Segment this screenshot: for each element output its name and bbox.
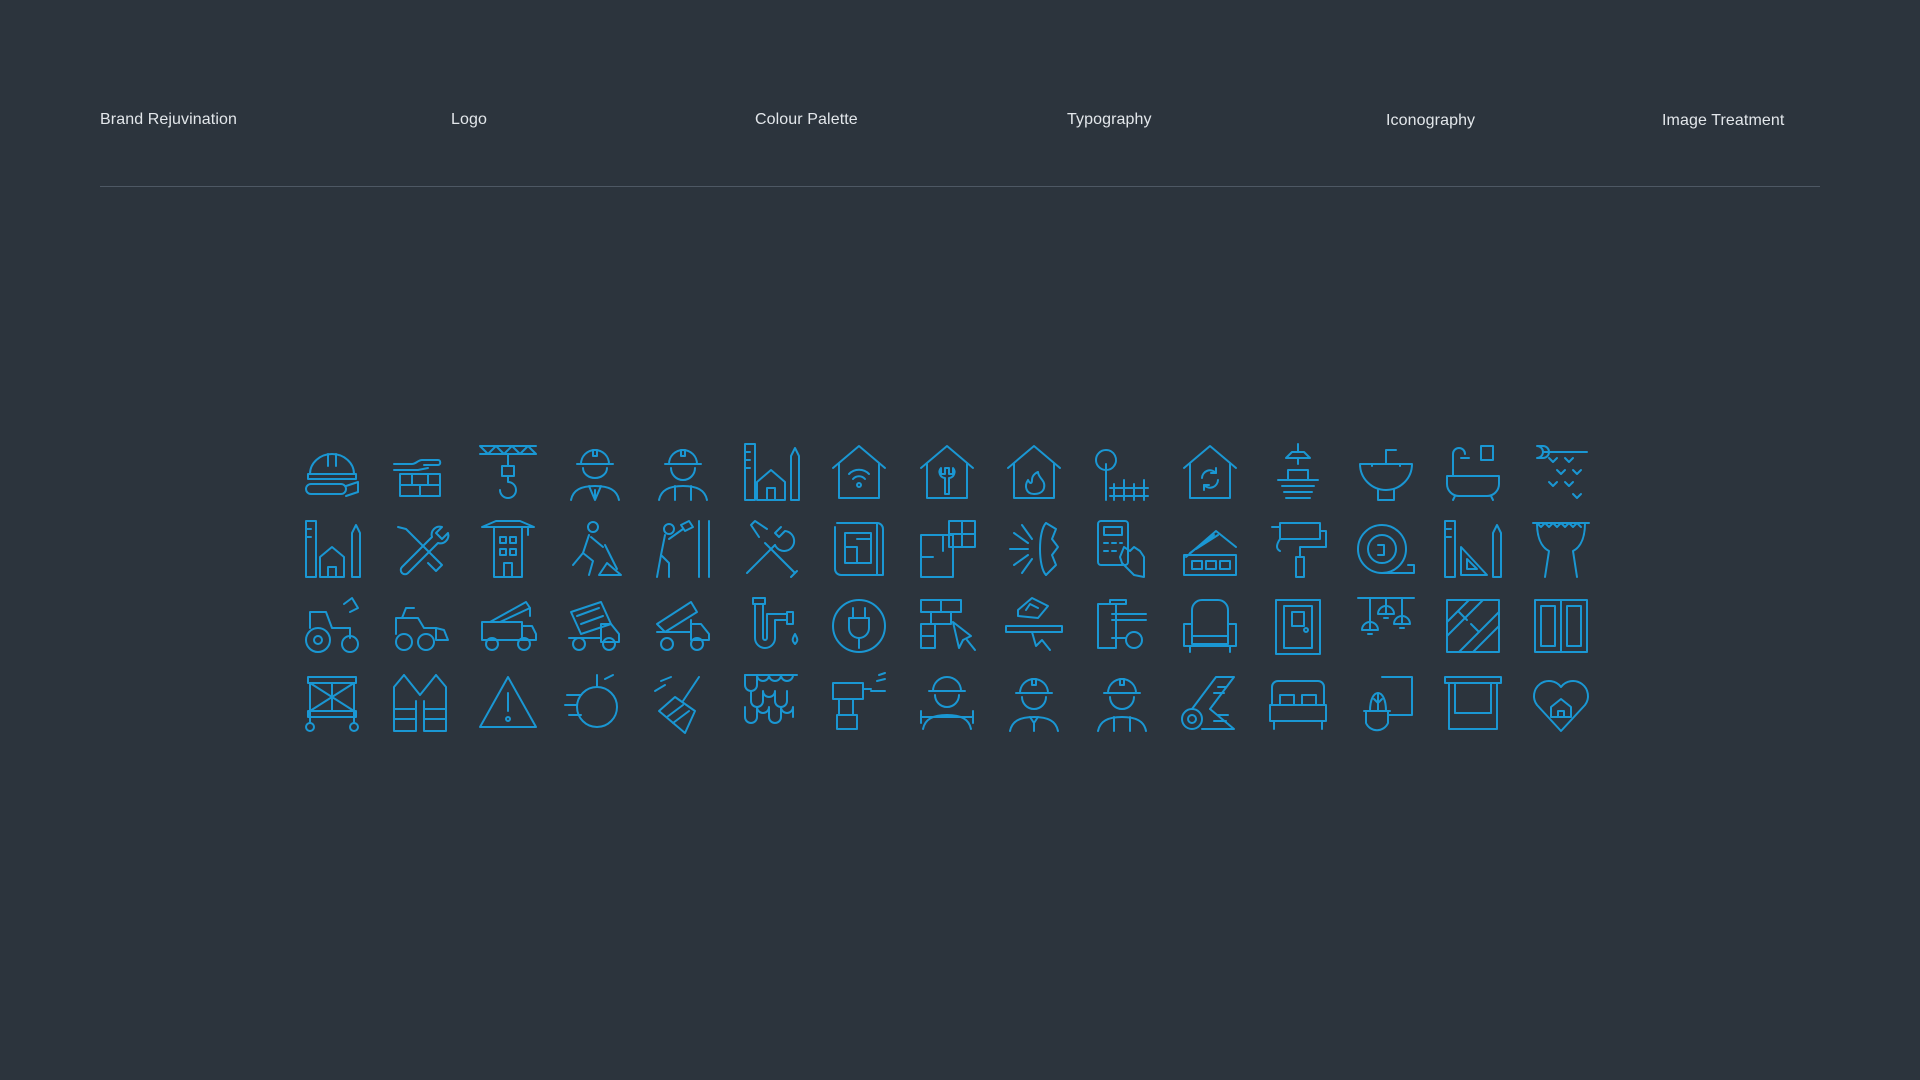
icon-set-grid <box>300 440 1610 760</box>
painter-wall-icon <box>651 517 715 581</box>
cement-mixer-icon <box>563 594 627 658</box>
tractor-icon <box>300 594 364 658</box>
set-square-pencil-icon <box>1441 517 1505 581</box>
compact-loader-icon <box>388 594 452 658</box>
washbasin-icon <box>1354 440 1418 504</box>
house-flame-icon <box>1002 440 1066 504</box>
ceiling-lamp-sink-icon <box>1266 440 1330 504</box>
house-refresh-icon <box>1178 440 1242 504</box>
cordless-drill-icon <box>827 671 891 735</box>
wrench-screwdriver-icon <box>739 517 803 581</box>
bricks-hand-icon <box>388 440 452 504</box>
light-burst-wall-icon <box>1002 517 1066 581</box>
roof-tiles-icon <box>739 671 803 735</box>
broom-sweep-icon <box>651 671 715 735</box>
crane-truck-icon <box>476 594 540 658</box>
carpet-roll-icon <box>1178 671 1242 735</box>
nav-brand-rejuvination[interactable]: Brand Rejuvination <box>100 111 237 129</box>
hard-hat-blueprint-icon <box>300 440 364 504</box>
paint-roller-icon <box>1266 517 1330 581</box>
double-bed-icon <box>1266 671 1330 735</box>
mechanic-wrench-icon <box>915 671 979 735</box>
nav-logo[interactable]: Logo <box>451 111 487 129</box>
heart-house-icon <box>1529 671 1593 735</box>
wardrobe-icon <box>1529 594 1593 658</box>
nav-image-treatment[interactable]: Image Treatment <box>1662 112 1784 130</box>
bathtub-shower-icon <box>1441 440 1505 504</box>
builder-worker-icon <box>1090 671 1154 735</box>
pipe-drip-icon <box>739 594 803 658</box>
tree-fence-icon <box>1090 440 1154 504</box>
crane-hook-icon <box>476 440 540 504</box>
dump-truck-icon <box>651 594 715 658</box>
architecture-house-tools-icon <box>300 517 364 581</box>
ruler-pencil-house-icon <box>739 440 803 504</box>
top-navigation: Brand Rejuvination Logo Colour Palette T… <box>100 0 1820 187</box>
nav-colour-palette[interactable]: Colour Palette <box>755 111 858 129</box>
nav-iconography[interactable]: Iconography <box>1386 112 1475 130</box>
floor-plan-window-icon <box>915 517 979 581</box>
window-sill-icon <box>1002 594 1066 658</box>
blueprint-plan-icon <box>827 517 891 581</box>
parquet-floor-icon <box>1441 594 1505 658</box>
plant-frame-icon <box>1354 671 1418 735</box>
tools-crossed-icon <box>388 517 452 581</box>
digging-worker-icon <box>563 517 627 581</box>
wrecking-ball-icon <box>563 671 627 735</box>
construction-worker-icon <box>563 440 627 504</box>
electric-plug-icon <box>827 594 891 658</box>
safety-vest-icon <box>388 671 452 735</box>
calculator-hand-icon <box>1090 517 1154 581</box>
door-lock-icon <box>1090 594 1154 658</box>
engineer-worker-icon <box>1002 671 1066 735</box>
house-wrench-icon <box>915 440 979 504</box>
paint-swatches-icon <box>1178 517 1242 581</box>
window-blind-icon <box>1441 671 1505 735</box>
tape-measure-icon <box>1354 517 1418 581</box>
building-crane-icon <box>476 517 540 581</box>
pendant-lamps-icon <box>1354 594 1418 658</box>
scaffolding-icon <box>300 671 364 735</box>
smart-home-wifi-icon <box>827 440 891 504</box>
wallpaper-pattern-icon <box>1529 440 1593 504</box>
worker-hard-hat-icon <box>651 440 715 504</box>
brick-trowel-icon <box>915 594 979 658</box>
curtains-window-icon <box>1529 517 1593 581</box>
nav-typography[interactable]: Typography <box>1067 111 1152 129</box>
warning-triangle-icon <box>476 671 540 735</box>
door-icon <box>1266 594 1330 658</box>
armchair-icon <box>1178 594 1242 658</box>
